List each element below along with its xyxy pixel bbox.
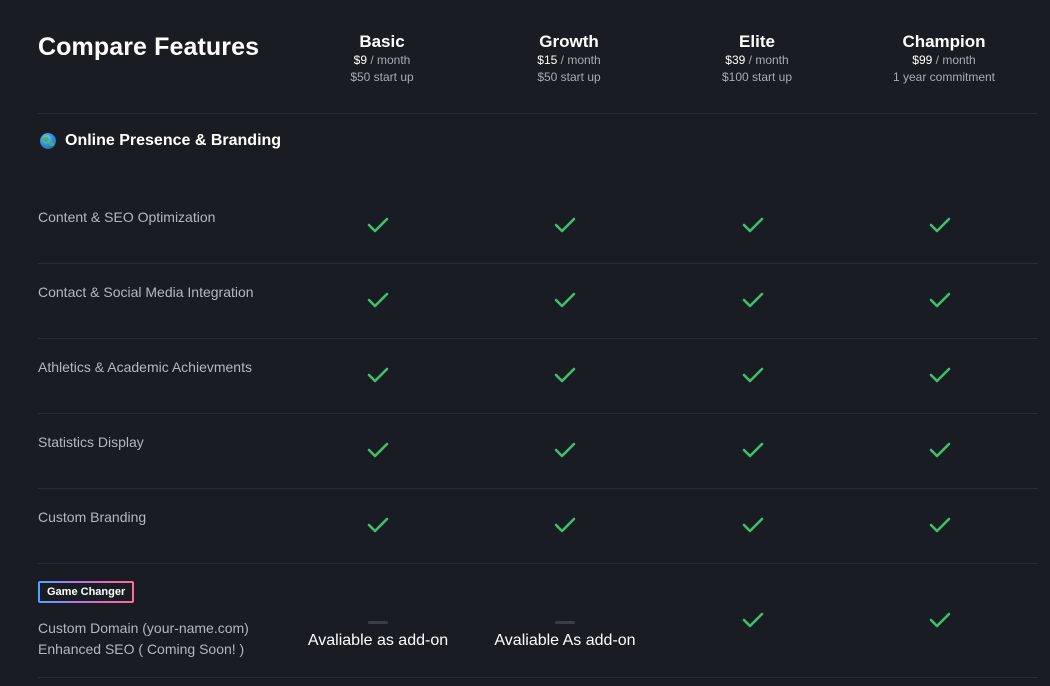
check-icon [367, 442, 389, 458]
plan-name: Elite [739, 32, 775, 51]
check-icon [742, 367, 764, 383]
check-icon [367, 292, 389, 308]
cell-champion [850, 611, 1030, 634]
plan-note: $100 start up [721, 70, 793, 84]
check-icon [367, 217, 389, 233]
feature-label: Contact & Social Media Integration [38, 284, 254, 300]
feature-label: Statistics Display [38, 434, 144, 450]
dash-icon [368, 621, 388, 624]
plan-price: $39 / month [725, 53, 789, 67]
plan-header-elite: Elite $39 / month $100 start up [667, 32, 847, 86]
divider [38, 338, 1038, 339]
check-icon [929, 367, 951, 383]
feature-label: Custom Branding [38, 509, 147, 525]
cell-growth [475, 291, 655, 314]
cell-growth [475, 441, 655, 464]
cell-champion [850, 441, 1030, 464]
cell-basic [288, 216, 468, 239]
plan-price: $15 / month [537, 53, 601, 67]
page-title: Compare Features [38, 33, 260, 61]
cell-elite [663, 516, 843, 539]
plan-price: $99 / month [912, 53, 976, 67]
cell-elite [663, 611, 843, 634]
feature-label: Content & SEO Optimization [38, 209, 216, 225]
check-icon [367, 517, 389, 533]
check-icon [742, 517, 764, 533]
plan-header-champion: Champion $99 / month 1 year commitment [854, 32, 1034, 86]
feature-label: Enhanced SEO ( Coming Soon! ) [38, 641, 245, 657]
plan-name: Basic [359, 32, 405, 51]
feature-label: Athletics & Academic Achievments [38, 359, 252, 375]
check-icon [554, 442, 576, 458]
plan-name: Champion [902, 32, 986, 51]
addon-basic: Avaliable as add-on [307, 632, 449, 649]
check-icon [554, 217, 576, 233]
check-icon [742, 292, 764, 308]
section-heading: Online Presence & Branding [40, 132, 281, 150]
plan-name: Growth [539, 32, 599, 51]
check-icon [367, 367, 389, 383]
divider [38, 263, 1038, 264]
check-icon [554, 517, 576, 533]
cell-basic [288, 441, 468, 464]
globe-icon [40, 133, 56, 149]
cell-growth [475, 366, 655, 389]
check-icon [929, 292, 951, 308]
plan-header-growth: Growth $15 / month $50 start up [479, 32, 659, 86]
plan-price: $9 / month [353, 53, 411, 67]
check-icon [554, 367, 576, 383]
dash-icon [555, 621, 575, 624]
cell-growth [475, 611, 655, 629]
plan-note: $50 start up [537, 70, 601, 84]
check-icon [929, 612, 951, 628]
cell-elite [663, 441, 843, 464]
addon-growth: Avaliable As add-on [494, 632, 636, 649]
cell-basic [288, 291, 468, 314]
game-changer-badge: Game Changer [38, 581, 134, 603]
compare-features-page: Compare Features Basic $9 / month $50 st… [0, 0, 1050, 686]
check-icon [929, 217, 951, 233]
divider [38, 413, 1038, 414]
cell-growth [475, 216, 655, 239]
cell-champion [850, 366, 1030, 389]
cell-growth [475, 516, 655, 539]
divider [38, 677, 1038, 678]
plan-header-basic: Basic $9 / month $50 start up [292, 32, 472, 86]
plan-note: $50 start up [350, 70, 414, 84]
cell-champion [850, 216, 1030, 239]
check-icon [929, 442, 951, 458]
cell-basic [288, 366, 468, 389]
check-icon [742, 612, 764, 628]
check-icon [742, 442, 764, 458]
divider [38, 113, 1038, 114]
check-icon [554, 292, 576, 308]
cell-elite [663, 216, 843, 239]
cell-basic [288, 611, 468, 629]
divider [38, 488, 1038, 489]
cell-elite [663, 291, 843, 314]
divider [38, 563, 1038, 564]
cell-basic [288, 516, 468, 539]
check-icon [742, 217, 764, 233]
section-label: Online Presence & Branding [65, 132, 282, 149]
cell-elite [663, 366, 843, 389]
plan-note: 1 year commitment [892, 70, 996, 84]
feature-label: Custom Domain (your-name.com) [38, 620, 249, 636]
check-icon [929, 517, 951, 533]
cell-champion [850, 291, 1030, 314]
cell-champion [850, 516, 1030, 539]
